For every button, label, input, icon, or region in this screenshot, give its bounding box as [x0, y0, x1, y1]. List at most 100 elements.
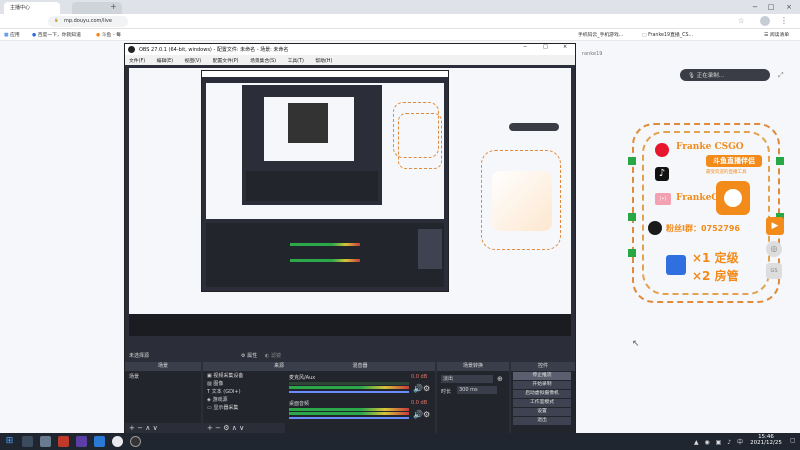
close-icon[interactable]: × [782, 1, 796, 13]
remove-icon[interactable]: − [137, 424, 143, 432]
clock[interactable]: 15:46 2021/12/25 [746, 434, 786, 446]
add-icon[interactable]: + [207, 424, 213, 432]
properties-button[interactable]: ⚙ 属性 [241, 352, 257, 359]
up-icon[interactable]: ∧ [145, 424, 150, 432]
app-icon[interactable] [40, 436, 51, 447]
transitions-dock: 场景转换 淡出 ⊕ 时长 300 ms [437, 362, 509, 434]
obs-minimize-icon[interactable]: − [523, 44, 527, 50]
obs-preview[interactable] [129, 68, 571, 336]
windows-start-icon[interactable]: ⊞ [4, 436, 15, 447]
bilibili-icon: (∙) [655, 193, 671, 205]
recording-label: 正在录制... [696, 73, 724, 79]
app-icon[interactable] [94, 436, 105, 447]
bookmark-douyu[interactable]: ● 斗鱼 - 每 [96, 31, 121, 38]
overlay-handle-icon[interactable] [628, 213, 636, 221]
bookmark-franke[interactable]: ▢ Franke19直播_CS... [642, 31, 693, 38]
system-tray-icons[interactable]: ▲ ◉ ▣ ♪ 中 [694, 437, 745, 446]
filters-button[interactable]: ◐ 滤镜 [265, 352, 281, 359]
bookmark-apps[interactable]: ▦ 应用 [4, 31, 20, 38]
page-hint-text: ranke19 [582, 51, 603, 57]
mixer-desktop-db: 0.0 dB [411, 400, 428, 406]
virtual-camera-button[interactable]: 启动虚拟摄像机 [513, 390, 571, 398]
app-icon[interactable] [76, 436, 87, 447]
bookmark-label: 百度一下，你就知道 [37, 33, 81, 38]
speaker-icon[interactable]: 🔊 [413, 410, 423, 419]
browser-tab-streamer-center[interactable]: 主播中心 [4, 2, 60, 14]
up-icon[interactable]: ∧ [232, 424, 237, 432]
gift-icon[interactable]: ◎ [766, 241, 782, 257]
minimize-icon[interactable]: − [748, 1, 762, 13]
baidu-icon: ● [32, 33, 37, 38]
obs-maximize-icon[interactable]: □ [543, 44, 548, 50]
bookmark-label: 手机码云_手机游戏... [578, 33, 624, 38]
bookmark-star-icon[interactable]: ☆ [738, 17, 744, 25]
filters-label: 滤镜 [270, 353, 281, 359]
browser-tab-strip: 主播中心 + − □ × [0, 0, 800, 14]
expand-icon[interactable]: ⤢ [778, 71, 784, 80]
obs-titlebar: OBS 27.0.1 (64-bit, windows) - 配置文件: 未命名… [125, 44, 575, 55]
overlay-handle-icon[interactable] [628, 249, 636, 257]
lock-icon: 🔒 [54, 18, 59, 22]
controls-header: 控件 [511, 362, 575, 371]
menu-profile[interactable]: 配置文件(P) [213, 57, 239, 64]
obs-window: OBS 27.0.1 (64-bit, windows) - 配置文件: 未命名… [124, 43, 576, 441]
settings-icon[interactable]: ⚙ [223, 424, 229, 432]
controls-dock: 控件 停止推流 开始录制 启动虚拟摄像机 工作室模式 设置 退出 [511, 362, 575, 434]
bookmark-reading-list[interactable]: ☰ 阅读清单 [764, 31, 789, 38]
scenes-toolbar: + − ∧ ∨ [125, 423, 201, 433]
bookmark-baidu[interactable]: ● 百度一下，你就知道 [32, 31, 81, 38]
menu-tools[interactable]: 工具(T) [288, 57, 304, 64]
maximize-icon[interactable]: □ [764, 1, 778, 13]
play-icon[interactable]: ▶ [766, 217, 784, 235]
obs-taskbar-icon[interactable] [130, 436, 141, 447]
overlay-handle-icon[interactable] [776, 157, 784, 165]
settings-button[interactable]: 设置 [513, 408, 571, 416]
controls-list: 停止推流 开始录制 启动虚拟摄像机 工作室模式 设置 退出 [511, 371, 575, 427]
browser-menu-icon[interactable]: ⋮ [780, 16, 788, 25]
gear-icon[interactable]: ⚙ [423, 410, 430, 419]
source-label: 文本 (GDI+) [211, 389, 241, 395]
transition-select[interactable]: 淡出 [441, 375, 493, 383]
gear-icon[interactable]: ⚙ [423, 384, 430, 393]
chrome-icon[interactable] [112, 436, 123, 447]
bookmark-games[interactable]: 手机码云_手机游戏... [578, 31, 623, 38]
down-icon[interactable]: ∨ [153, 424, 158, 432]
studio-mode-button[interactable]: 工作室模式 [513, 399, 571, 407]
duration-value: 300 ms [459, 387, 478, 393]
start-recording-button[interactable]: 开始录制 [513, 381, 571, 389]
url-input[interactable]: 🔒 mp.douyu.com/live [48, 16, 128, 27]
exit-button[interactable]: 退出 [513, 417, 571, 425]
overlay-handle-icon[interactable] [628, 157, 636, 165]
menu-help[interactable]: 帮助(H) [315, 57, 332, 64]
douyu-fish-logo-icon [716, 181, 750, 215]
add-icon[interactable]: + [129, 424, 135, 432]
bookmark-label: Franke19直播_CS... [648, 33, 694, 38]
mouse-cursor-icon: ↖ [632, 339, 640, 349]
menu-edit[interactable]: 编辑(E) [157, 57, 173, 64]
menu-scene-collection[interactable]: 场景集合(S) [250, 57, 276, 64]
mixer-mic-slider[interactable] [289, 391, 409, 393]
mixer-mic-controls: 🔊⚙ [413, 384, 430, 393]
mixer-desktop-meter [289, 408, 409, 411]
transition-add-icon[interactable]: ⊕ [497, 375, 503, 383]
scene-item[interactable]: 场景 [129, 373, 197, 380]
notification-icon[interactable]: ▢ [790, 437, 796, 444]
down-icon[interactable]: ∨ [239, 424, 244, 432]
remove-icon[interactable]: − [215, 424, 221, 432]
app-icon[interactable] [58, 436, 69, 447]
monitor-icon: ▭ [207, 405, 212, 411]
recording-indicator[interactable]: 🎙 正在录制... [680, 69, 770, 81]
profile-avatar[interactable] [760, 16, 770, 26]
speaker-icon[interactable]: 🔊 [413, 384, 423, 393]
new-tab-icon[interactable]: + [110, 2, 117, 12]
stop-streaming-button[interactable]: 停止推流 [513, 372, 571, 380]
obs-close-icon[interactable]: × [563, 44, 567, 50]
menu-file[interactable]: 文件(F) [129, 57, 145, 64]
steam-icon[interactable] [22, 436, 33, 447]
overlay-line-b: ×2 房管 [692, 269, 739, 283]
duration-input[interactable]: 300 ms [457, 386, 497, 394]
menu-view[interactable]: 视图(V) [185, 57, 202, 64]
mixer-mic-meter [289, 386, 409, 389]
windows-taskbar: ⊞ ▲ ◉ ▣ ♪ 中 15:46 2021/12/25 ▢ [0, 433, 800, 450]
mixer-desktop-slider[interactable] [289, 417, 409, 419]
